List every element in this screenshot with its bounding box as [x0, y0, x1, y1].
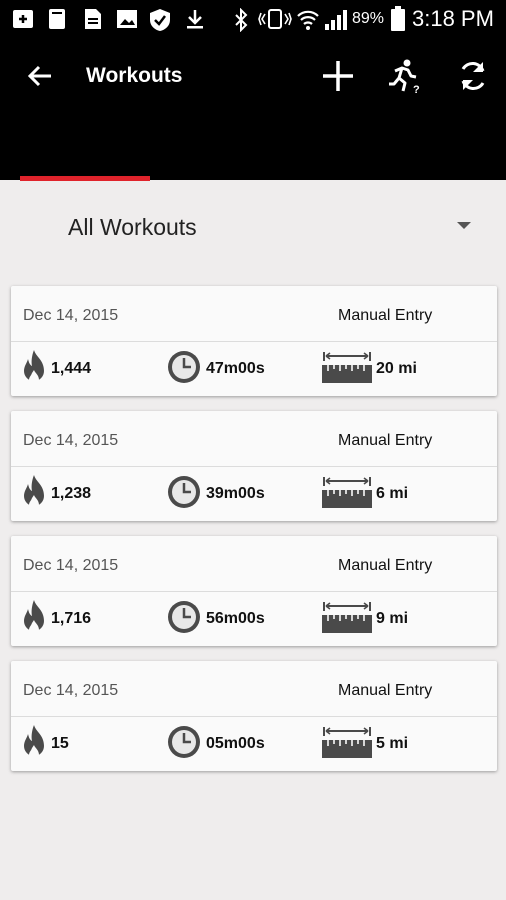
calories-value: 15: [51, 735, 69, 752]
divider: [11, 716, 497, 717]
workout-card[interactable]: Dec 14, 2015 Manual Entry 15 05m00s 5 mi: [11, 661, 497, 771]
duration-value: 56m00s: [206, 610, 265, 627]
workout-date: Dec 14, 2015: [23, 307, 119, 324]
ruler-icon: [322, 477, 372, 508]
back-arrow-icon[interactable]: [26, 62, 54, 90]
workout-date: Dec 14, 2015: [23, 682, 119, 699]
distance-value: 5 mi: [376, 735, 409, 752]
filter-label: All Workouts: [68, 214, 197, 240]
workout-card[interactable]: Dec 14, 2015 Manual Entry 1,444 47m00s 2…: [11, 286, 497, 396]
workout-card[interactable]: Dec 14, 2015 Manual Entry 1,238 39m00s 6…: [11, 411, 497, 521]
flame-icon: [24, 600, 44, 635]
clock-icon: [168, 476, 200, 508]
page-title: Workouts: [86, 64, 183, 87]
divider: [11, 591, 497, 592]
clock-icon: [168, 601, 200, 633]
clock: 3:18 PM: [412, 6, 494, 31]
flame-icon: [24, 475, 44, 510]
distance-value: 20 mi: [376, 360, 417, 377]
add-box-icon: [13, 10, 33, 28]
clock-icon: [168, 351, 200, 383]
divider: [11, 466, 497, 467]
tab-indicator: [20, 176, 150, 181]
svg-text:?: ?: [413, 84, 420, 94]
bluetooth-icon: [235, 8, 248, 32]
status-bar: 89% 3:18 PM: [0, 0, 506, 38]
workout-date: Dec 14, 2015: [23, 432, 119, 449]
workout-card[interactable]: Dec 14, 2015 Manual Entry 1,716 56m00s 9…: [11, 536, 497, 646]
calories-value: 1,238: [51, 485, 92, 502]
workout-date: Dec 14, 2015: [23, 557, 119, 574]
running-help-icon[interactable]: ?: [386, 58, 422, 94]
duration-value: 05m00s: [206, 735, 265, 752]
image-icon: [117, 10, 137, 28]
duration-value: 39m00s: [206, 485, 265, 502]
distance-value: 9 mi: [376, 610, 409, 627]
app-bar: Workouts ?: [0, 38, 506, 180]
ruler-icon: [322, 352, 372, 383]
divider: [11, 341, 497, 342]
document-icon: [85, 9, 101, 29]
clock-icon: [168, 726, 200, 758]
calories-value: 1,444: [51, 360, 92, 377]
add-icon[interactable]: [320, 58, 356, 94]
chevron-down-icon: [457, 222, 471, 229]
calories-value: 1,716: [51, 610, 92, 627]
shield-icon: [150, 9, 170, 31]
wifi-icon: [297, 10, 319, 30]
workout-filter-dropdown[interactable]: All Workouts: [0, 198, 506, 258]
vibrate-icon: [258, 9, 292, 29]
download-icon: [187, 10, 203, 29]
flame-icon: [24, 350, 44, 385]
ruler-icon: [322, 602, 372, 633]
copy-icon: [49, 9, 65, 29]
distance-value: 6 mi: [376, 485, 409, 502]
flame-icon: [24, 725, 44, 760]
battery-percentage: 89%: [352, 10, 385, 27]
duration-value: 47m00s: [206, 360, 265, 377]
workout-source: Manual Entry: [338, 557, 433, 574]
workout-source: Manual Entry: [338, 432, 433, 449]
ruler-icon: [322, 727, 372, 758]
battery-icon: [391, 6, 405, 31]
workout-source: Manual Entry: [338, 682, 433, 699]
refresh-icon[interactable]: [455, 58, 491, 94]
signal-icon: [325, 10, 347, 30]
workout-source: Manual Entry: [338, 307, 433, 324]
